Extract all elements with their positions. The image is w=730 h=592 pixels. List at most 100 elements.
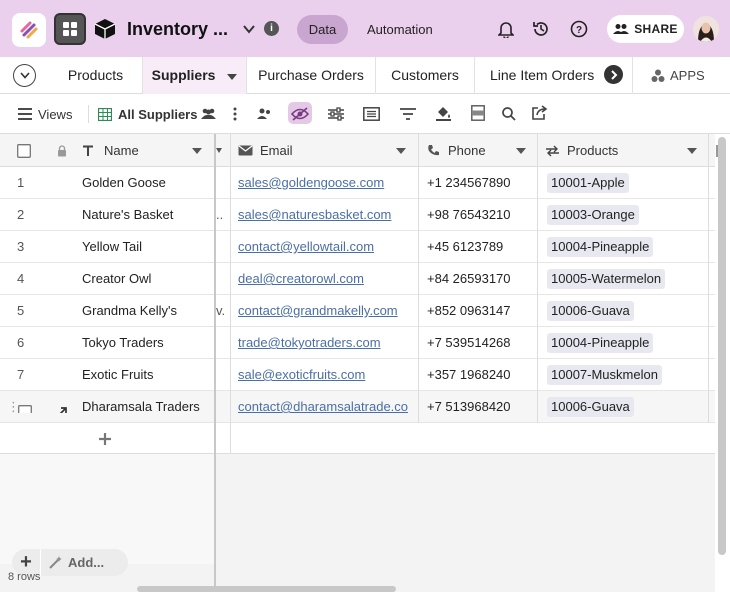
hide-fields-icon[interactable] <box>291 106 309 122</box>
customize-icon[interactable] <box>328 106 344 122</box>
chevron-right-icon[interactable] <box>604 65 623 84</box>
more-options-icon[interactable] <box>233 106 237 122</box>
history-icon[interactable] <box>531 19 551 39</box>
column-header-phone[interactable]: Phone <box>427 134 538 167</box>
fill-color-icon[interactable] <box>435 105 452 121</box>
cell-phone[interactable]: +7 539514268 <box>427 327 533 358</box>
views-button[interactable]: Views <box>18 106 72 122</box>
cell-name[interactable]: Grandma Kelly's <box>82 295 210 326</box>
cell-phone[interactable]: +98 76543210 <box>427 199 533 230</box>
column-label-products: Products <box>567 143 619 158</box>
collapse-icon[interactable] <box>13 64 36 87</box>
avatar[interactable] <box>693 16 719 42</box>
row-checkbox[interactable] <box>18 399 32 413</box>
cell-phone[interactable]: +45 6123789 <box>427 231 533 262</box>
cell-email[interactable]: sales@naturesbasket.com <box>238 199 414 230</box>
cell-truncated[interactable] <box>216 391 230 422</box>
table-row[interactable]: 5 Grandma Kelly's v. contact@grandmakelly.c… <box>0 295 715 327</box>
cell-phone[interactable]: +357 1968240 <box>427 359 533 390</box>
caret-down-icon[interactable] <box>192 148 202 154</box>
cell-truncated[interactable]: v. <box>216 295 230 326</box>
help-icon[interactable]: ? <box>569 19 589 39</box>
cell-product-chip[interactable]: 10004-Pineapple <box>547 237 654 257</box>
record-view-icon[interactable] <box>363 106 380 122</box>
app-grid-icon[interactable] <box>54 13 86 45</box>
cell-phone[interactable]: +1 234567890 <box>427 167 533 198</box>
column-header-name[interactable]: Name <box>82 134 214 167</box>
caret-down-icon[interactable] <box>227 74 238 80</box>
table-row[interactable]: ⋮ Dharamsala Traders contact@dharamsalatra… <box>0 391 715 423</box>
table-row[interactable]: 2 Nature's Basket.. sales@naturesbasket.co… <box>0 199 715 231</box>
caret-down-icon[interactable] <box>396 148 406 154</box>
cell-truncated[interactable]: .. <box>216 199 230 230</box>
horizontal-scrollbar[interactable] <box>137 586 396 592</box>
column-header-products[interactable]: Products <box>545 134 709 167</box>
frozen-column-divider[interactable] <box>214 134 216 592</box>
column-header-truncated[interactable] <box>216 134 230 167</box>
cell-product-chip[interactable]: 10007-Muskmelon <box>547 365 662 385</box>
cell-product-chip[interactable]: 10006-Guava <box>547 397 634 417</box>
cell-name[interactable]: Creator Owl <box>82 263 210 294</box>
collaborators-icon[interactable] <box>201 106 216 122</box>
share-view-icon[interactable] <box>257 106 272 122</box>
tab-data[interactable]: Data <box>297 15 348 44</box>
tab-customers[interactable]: Customers <box>376 57 475 94</box>
table-row[interactable]: 3 Yellow Tail contact@yellowtail.com +45 61… <box>0 231 715 263</box>
cell-email[interactable]: contact@dharamsalatrade.co <box>238 391 414 422</box>
base-title[interactable]: Inventory ... <box>127 19 228 40</box>
tab-products[interactable]: Products <box>49 57 143 94</box>
tab-automation[interactable]: Automation <box>367 22 433 37</box>
add-record-row[interactable] <box>0 423 715 454</box>
chevron-down-icon[interactable] <box>243 22 255 37</box>
cell-truncated[interactable] <box>216 231 230 262</box>
cell-email[interactable]: sales@goldengoose.com <box>238 167 414 198</box>
cell-email[interactable]: trade@tokyotraders.com <box>238 327 414 358</box>
share-button[interactable]: SHARE <box>607 15 684 43</box>
caret-down-icon[interactable] <box>687 148 697 154</box>
select-all-checkbox[interactable] <box>17 134 31 167</box>
search-icon[interactable] <box>502 106 516 122</box>
tab-line-item-orders[interactable]: Line Item Orders <box>475 57 605 94</box>
cell-name[interactable]: Dharamsala Traders <box>82 391 210 422</box>
cell-phone[interactable]: +7 513968420 <box>427 391 533 422</box>
cell-name[interactable]: Tokyo Traders <box>82 327 210 358</box>
cell-name[interactable]: Nature's Basket <box>82 199 210 230</box>
table-row[interactable]: 4 Creator Owl deal@creatorowl.com +84 26593… <box>0 263 715 295</box>
cell-product-chip[interactable]: 10005-Watermelon <box>547 269 666 289</box>
apps-button[interactable]: APPS <box>651 57 705 94</box>
cell-truncated[interactable] <box>216 359 230 390</box>
cell-name[interactable]: Exotic Fruits <box>82 359 210 390</box>
cell-product-chip[interactable]: 10003-Orange <box>547 205 639 225</box>
cell-email[interactable]: deal@creatorowl.com <box>238 263 414 294</box>
cell-email[interactable]: sale@exoticfruits.com <box>238 359 414 390</box>
cell-email[interactable]: contact@grandmakelly.com <box>238 295 414 326</box>
cell-name[interactable]: Golden Goose <box>82 167 210 198</box>
tab-suppliers[interactable]: Suppliers <box>143 57 247 94</box>
cell-name[interactable]: Yellow Tail <box>82 231 210 262</box>
cell-product-chip[interactable]: 10006-Guava <box>547 301 634 321</box>
cell-phone[interactable]: +84 26593170 <box>427 263 533 294</box>
cell-truncated[interactable] <box>216 327 230 358</box>
plus-icon[interactable] <box>99 433 111 445</box>
info-icon[interactable]: i <box>264 21 279 36</box>
cell-product-chip[interactable]: 10004-Pineapple <box>547 333 654 353</box>
app-logo-icon[interactable] <box>12 13 46 47</box>
cell-truncated[interactable] <box>216 263 230 294</box>
row-height-icon[interactable] <box>471 105 485 121</box>
expand-record-icon[interactable] <box>55 399 67 413</box>
cell-truncated[interactable] <box>216 167 230 198</box>
filter-icon[interactable] <box>400 106 416 122</box>
table-row[interactable]: 6 Tokyo Traders trade@tokyotraders.com +7 5… <box>0 327 715 359</box>
vertical-scrollbar[interactable] <box>718 137 726 555</box>
caret-down-icon[interactable] <box>516 148 526 154</box>
tab-purchase-orders[interactable]: Purchase Orders <box>247 57 376 94</box>
table-row[interactable]: 1 Golden Goose sales@goldengoose.com +1 234… <box>0 167 715 199</box>
export-icon[interactable] <box>531 105 548 121</box>
bell-icon[interactable] <box>496 19 516 39</box>
table-row[interactable]: 7 Exotic Fruits sale@exoticfruits.com +357 … <box>0 359 715 391</box>
cell-product-chip[interactable]: 10001-Apple <box>547 173 629 193</box>
cell-email[interactable]: contact@yellowtail.com <box>238 231 414 262</box>
view-selector[interactable]: All Suppliers <box>98 106 197 122</box>
column-header-email[interactable]: Email <box>238 134 418 167</box>
cell-phone[interactable]: +852 0963147 <box>427 295 533 326</box>
